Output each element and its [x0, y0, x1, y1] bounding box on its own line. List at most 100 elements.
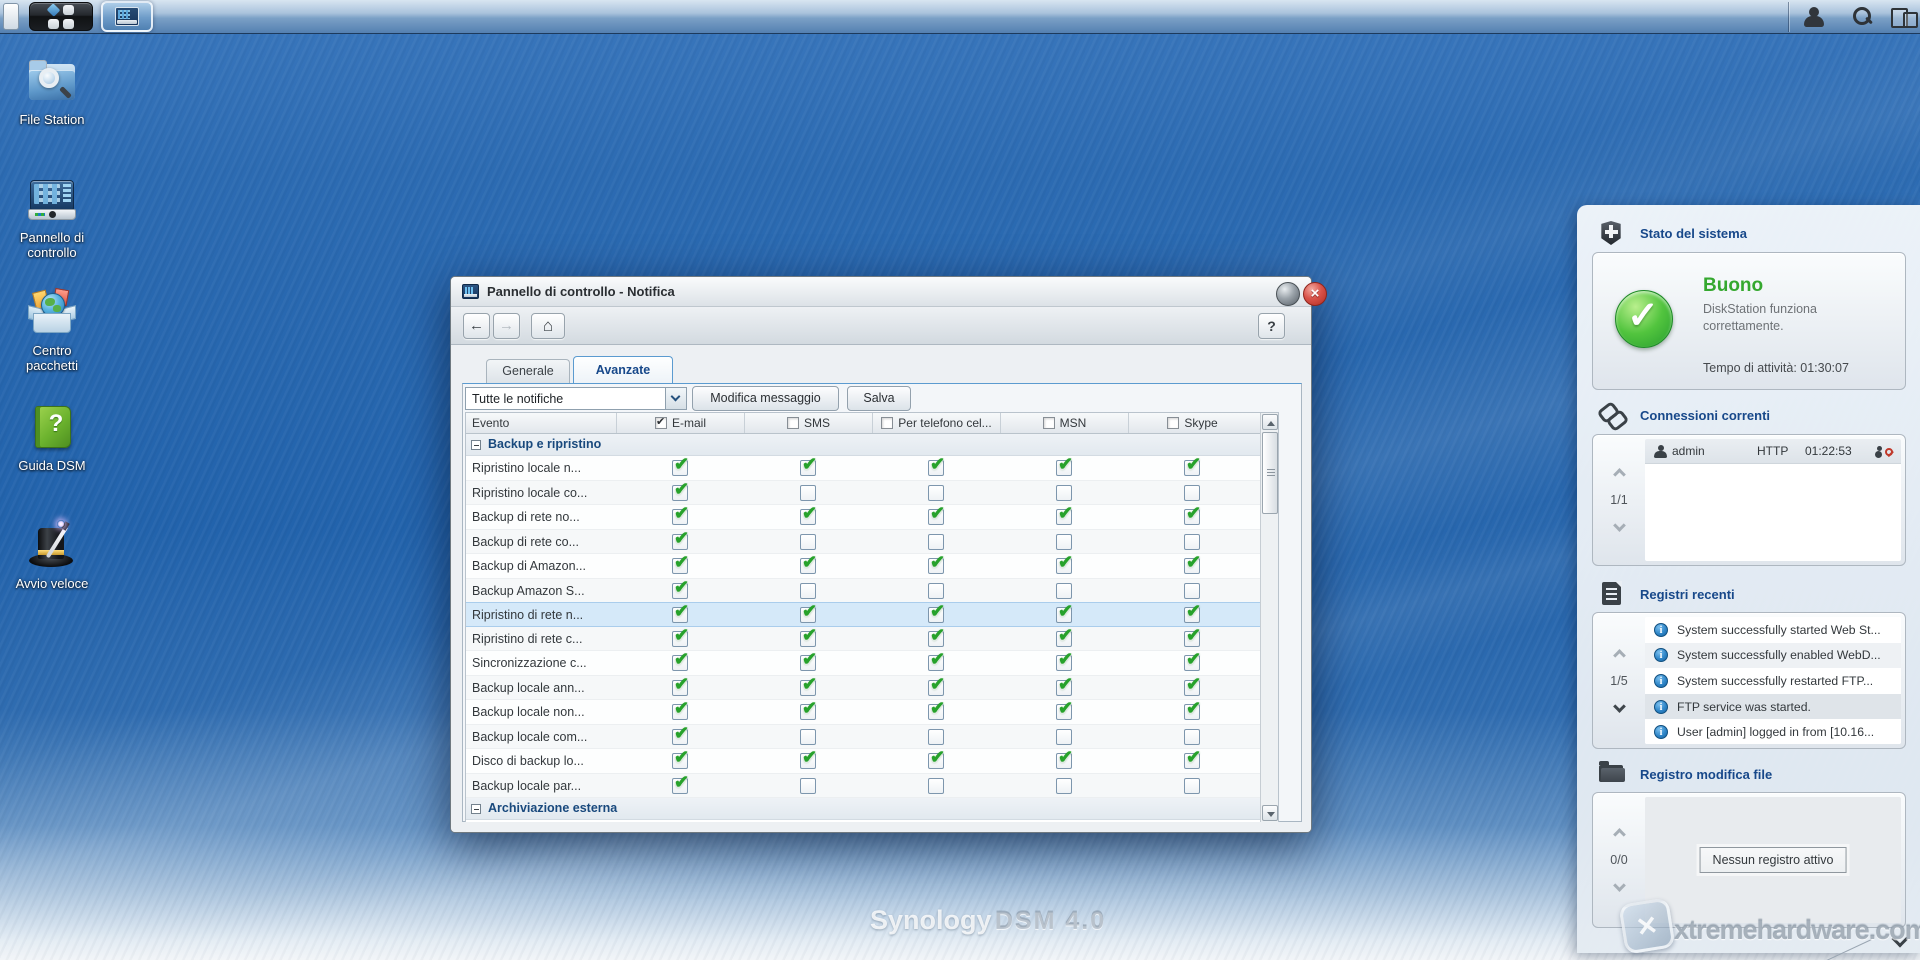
- edit-message-button[interactable]: Modifica messaggio: [692, 386, 839, 411]
- column-checkbox[interactable]: [1043, 417, 1055, 429]
- column-checkbox[interactable]: [881, 417, 893, 429]
- notification-checkbox[interactable]: [672, 583, 688, 599]
- table-row[interactable]: Ripristino locale co...: [466, 481, 1260, 506]
- log-row[interactable]: iSystem successfully restarted FTP...: [1645, 668, 1901, 694]
- search-icon[interactable]: [1849, 5, 1875, 29]
- notification-checkbox[interactable]: [928, 655, 944, 671]
- window-titlebar[interactable]: Pannello di controllo - Notifica ×: [451, 277, 1311, 307]
- collapse-group-icon[interactable]: [471, 804, 481, 814]
- table-row[interactable]: Backup di rete no...: [466, 505, 1260, 530]
- notification-checkbox[interactable]: [672, 509, 688, 525]
- notification-checkbox[interactable]: [1184, 680, 1200, 696]
- notification-checkbox[interactable]: [928, 753, 944, 769]
- notification-checkbox[interactable]: [1056, 534, 1072, 550]
- notification-checkbox[interactable]: [1056, 753, 1072, 769]
- column-checkbox[interactable]: [787, 417, 799, 429]
- notification-checkbox[interactable]: [1056, 607, 1072, 623]
- table-row[interactable]: Backup locale ann...: [466, 676, 1260, 701]
- notification-checkbox[interactable]: [1184, 704, 1200, 720]
- vertical-scrollbar[interactable]: [1260, 413, 1278, 822]
- column-header-sms[interactable]: SMS: [744, 413, 872, 433]
- scroll-up-button[interactable]: [1262, 414, 1278, 430]
- log-row[interactable]: iFTP service was started.: [1645, 694, 1901, 720]
- notification-checkbox[interactable]: [800, 607, 816, 623]
- tab-avanzate[interactable]: Avanzate: [573, 356, 673, 383]
- desktop-icon-control-panel[interactable]: Pannello di controllo: [4, 176, 100, 260]
- notification-checkbox[interactable]: [1056, 558, 1072, 574]
- column-header-msn[interactable]: MSN: [1000, 413, 1128, 433]
- notification-checkbox[interactable]: [800, 631, 816, 647]
- notification-checkbox[interactable]: [928, 729, 944, 745]
- desktop-icon-package-center[interactable]: Centro pacchetti: [4, 289, 100, 373]
- help-button[interactable]: ?: [1258, 313, 1285, 339]
- table-row[interactable]: Backup di Amazon...: [466, 554, 1260, 579]
- notification-checkbox[interactable]: [928, 485, 944, 501]
- disconnect-user-icon[interactable]: [1877, 445, 1893, 458]
- notification-checkbox[interactable]: [928, 558, 944, 574]
- notification-checkbox[interactable]: [1184, 778, 1200, 794]
- notification-checkbox[interactable]: [928, 680, 944, 696]
- notification-checkbox[interactable]: [800, 655, 816, 671]
- table-row[interactable]: Backup locale par...: [466, 774, 1260, 799]
- forward-button[interactable]: →: [493, 313, 520, 339]
- table-row[interactable]: Sincronizzazione c...: [466, 651, 1260, 676]
- notification-checkbox[interactable]: [800, 509, 816, 525]
- pager-up-icon[interactable]: [1613, 468, 1626, 481]
- scrollbar-thumb[interactable]: [1262, 432, 1278, 514]
- notification-checkbox[interactable]: [800, 778, 816, 794]
- notification-checkbox[interactable]: [800, 753, 816, 769]
- notification-checkbox[interactable]: [1056, 778, 1072, 794]
- notification-checkbox[interactable]: [800, 534, 816, 550]
- tab-generale[interactable]: Generale: [486, 359, 570, 383]
- notification-checkbox[interactable]: [1056, 729, 1072, 745]
- notification-filter-dropdown[interactable]: Tutte le notifiche: [465, 387, 687, 410]
- notification-checkbox[interactable]: [672, 753, 688, 769]
- notification-checkbox[interactable]: [1056, 460, 1072, 476]
- column-checkbox[interactable]: [1167, 417, 1179, 429]
- log-row[interactable]: iUser [admin] logged in from [10.16...: [1645, 719, 1901, 744]
- group-header-row[interactable]: Backup e ripristino: [466, 434, 1260, 456]
- notification-checkbox[interactable]: [928, 583, 944, 599]
- notification-checkbox[interactable]: [672, 655, 688, 671]
- notification-checkbox[interactable]: [1056, 704, 1072, 720]
- notification-checkbox[interactable]: [672, 460, 688, 476]
- notification-checkbox[interactable]: [672, 680, 688, 696]
- table-row[interactable]: Ripristino di rete c...: [466, 627, 1260, 652]
- notification-checkbox[interactable]: [800, 729, 816, 745]
- notification-checkbox[interactable]: [800, 583, 816, 599]
- notification-checkbox[interactable]: [1056, 485, 1072, 501]
- notification-checkbox[interactable]: [672, 607, 688, 623]
- notification-checkbox[interactable]: [1184, 558, 1200, 574]
- column-checkbox[interactable]: [655, 417, 667, 429]
- table-row[interactable]: Ripristino locale n...: [466, 456, 1260, 481]
- save-button[interactable]: Salva: [847, 386, 911, 411]
- group-header-row[interactable]: Archiviazione esterna: [466, 798, 1260, 820]
- notification-checkbox[interactable]: [800, 460, 816, 476]
- notification-checkbox[interactable]: [1184, 534, 1200, 550]
- column-header-skype[interactable]: Skype: [1128, 413, 1256, 433]
- dropdown-button[interactable]: [665, 388, 686, 409]
- log-row[interactable]: iSystem successfully started Web St...: [1645, 617, 1901, 643]
- notification-checkbox[interactable]: [672, 729, 688, 745]
- taskbar-item-control-panel[interactable]: [101, 1, 153, 32]
- home-button[interactable]: ⌂: [531, 313, 565, 339]
- notification-checkbox[interactable]: [1056, 631, 1072, 647]
- notification-checkbox[interactable]: [800, 485, 816, 501]
- table-row[interactable]: Backup locale com...: [466, 725, 1260, 750]
- notification-checkbox[interactable]: [1184, 460, 1200, 476]
- notification-checkbox[interactable]: [1056, 655, 1072, 671]
- notification-checkbox[interactable]: [928, 534, 944, 550]
- notification-checkbox[interactable]: [1184, 753, 1200, 769]
- table-row[interactable]: Disco di backup lo...: [466, 749, 1260, 774]
- desktop-icon-dsm-help[interactable]: ? Guida DSM: [4, 404, 100, 473]
- notification-checkbox[interactable]: [928, 607, 944, 623]
- user-icon[interactable]: [1801, 5, 1827, 29]
- notification-checkbox[interactable]: [928, 631, 944, 647]
- pager-up-icon[interactable]: [1613, 649, 1626, 662]
- notification-checkbox[interactable]: [672, 485, 688, 501]
- desktop-icon-quick-start[interactable]: Avvio veloce: [4, 522, 100, 591]
- notification-checkbox[interactable]: [672, 778, 688, 794]
- notification-checkbox[interactable]: [672, 534, 688, 550]
- collapse-group-icon[interactable]: [471, 440, 481, 450]
- notification-checkbox[interactable]: [1056, 509, 1072, 525]
